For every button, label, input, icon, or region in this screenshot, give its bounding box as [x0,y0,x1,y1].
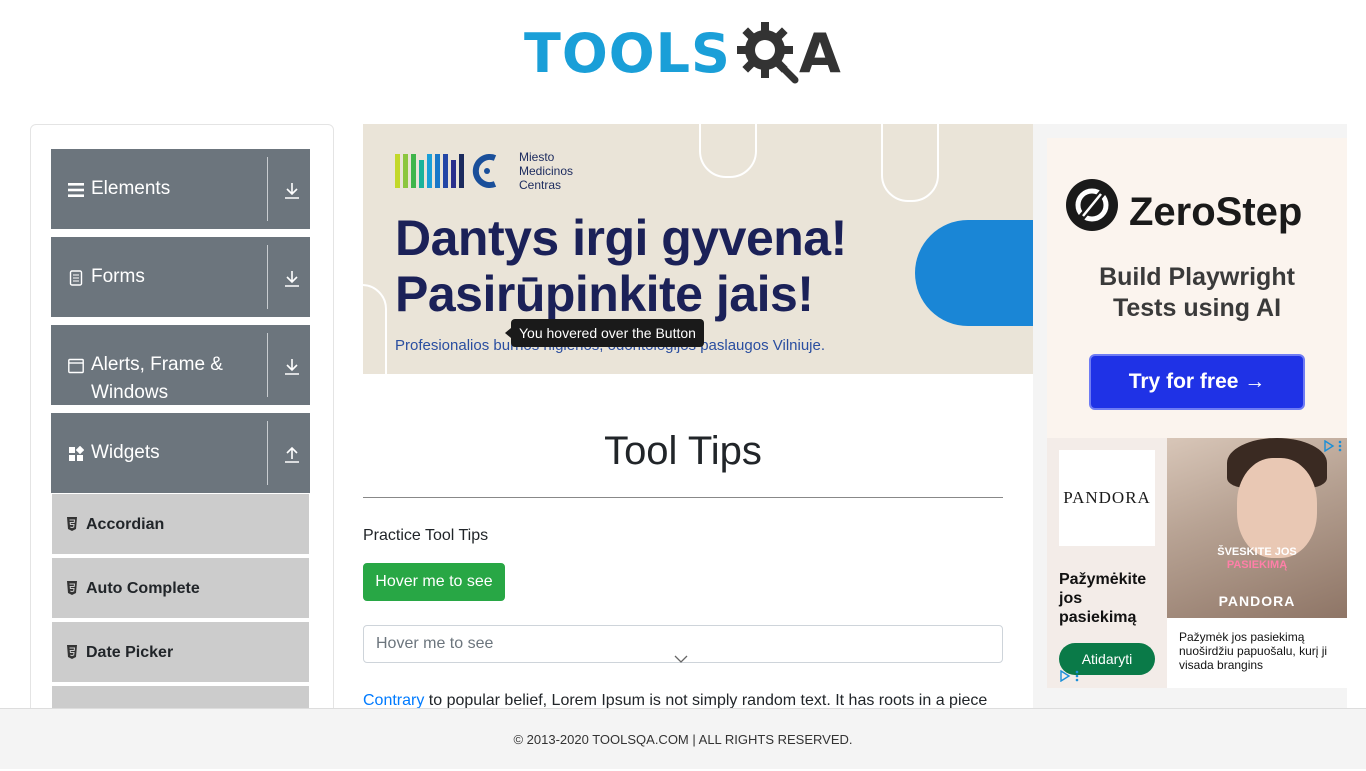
try-for-free-button[interactable]: Try for free → [1089,354,1305,410]
sidebar-group-label: Alerts, Frame & Windows [91,354,223,403]
pandora-headline: Pažymėkite jos pasiekimą [1059,571,1147,626]
sidebar-item-label: Auto Complete [86,580,200,597]
mmc-logo-icon [395,154,497,188]
sidebar-item-auto-complete[interactable]: Auto Complete [51,557,310,619]
zerostep-brand: ZeroStep [1129,190,1303,234]
logo-text-tools: TOOLS [524,21,731,85]
group-divider [267,157,268,221]
headline-line: Dantys irgi gyvena! [395,210,847,266]
sidebar-group-elements[interactable]: Elements [51,149,310,229]
model-face [1237,458,1317,558]
sidebar-group-label: Elements [91,178,171,199]
hamburger-icon [68,183,84,197]
zerostep-ad[interactable]: ZeroStep Build Playwright Tests using AI… [1047,138,1347,438]
zerostep-tagline: Build Playwright Tests using AI [1047,262,1347,324]
footer-copyright: © 2013-2020 TOOLSQA.COM | ALL RIGHTS RES… [513,732,853,747]
sidebar-group-widgets[interactable]: Widgets [51,413,310,493]
adchoices-icon[interactable] [1059,670,1071,682]
page-title: Tool Tips [604,429,762,473]
slogan-line: PASIEKIMĄ [1226,559,1288,571]
tagline-line: Tests using AI [1112,294,1282,322]
sidebar-item-label: Accordian [86,516,165,533]
pandora-ad-left: PANDORA Pažymėkite jos pasiekimą Atidary… [1047,438,1167,688]
group-divider [267,333,268,397]
paragraph-text: to popular belief, Lorem Ipsum is not si… [424,692,988,709]
logo-text-a: A [798,21,841,85]
upload-arrow-icon[interactable] [283,445,301,465]
pandora-ad[interactable]: PANDORA Pažymėkite jos pasiekimą Atidary… [1047,438,1347,688]
sidebar-item-date-picker[interactable]: Date Picker [51,621,310,683]
pandora-image-slogan: ŠVESKITE JOS PASIEKIMĄ [1167,546,1347,572]
sidebar-item-accordian[interactable]: Accordian [51,493,310,555]
left-sidebar: Elements Forms Alerts, Frame & Windows W… [30,124,334,726]
gear-magnifier-icon [736,22,799,84]
title-divider [363,497,1003,498]
sidebar-group-label: Widgets [91,442,160,463]
pandora-model-image: ŠVESKITE JOS PASIEKIMĄ PANDORA [1167,438,1347,618]
zerostep-logo-icon [1066,179,1118,231]
tagline-line: Build Playwright [1099,263,1295,291]
group-divider [267,421,268,485]
brand-line: Miesto [519,150,555,164]
widgets-icon [69,446,84,461]
download-arrow-icon[interactable] [283,181,301,201]
sidebar-group-label: Forms [91,266,145,287]
chevron-down-icon [674,655,688,663]
pandora-body-text: Pažymėk jos pasiekimą nuoširdžiu papuoša… [1179,630,1328,672]
banner-headline: Dantys irgi gyvena! Pasirūpinkite jais! [395,210,847,322]
slogan-line: ŠVESKITE JOS [1217,546,1297,558]
decorative-arch [363,284,387,374]
html5-icon [67,581,77,595]
footer: © 2013-2020 TOOLSQA.COM | ALL RIGHTS RES… [0,708,1366,769]
window-icon [68,358,84,374]
section-subtitle: Practice Tool Tips [363,527,489,544]
html5-icon [67,517,77,531]
brand-line: Medicinos [519,164,574,178]
adchoices-icon[interactable] [1323,440,1335,452]
headline-line: Pasirūpinkite jais! [395,266,814,322]
sidebar-item-label: Date Picker [86,644,174,661]
right-ad-column: ZeroStep Build Playwright Tests using AI… [1033,124,1347,708]
ad-menu-icon[interactable] [1337,440,1343,452]
decorative-arch [881,124,939,202]
decorative-arch [699,124,757,178]
sidebar-group-forms[interactable]: Forms [51,237,310,317]
hover-button[interactable]: Hover me to see [363,563,505,601]
pandora-image-logo: PANDORA [1218,593,1296,609]
brand-line: Centras [519,178,562,192]
document-icon [69,270,83,286]
group-divider [267,245,268,309]
toolsqa-logo[interactable]: TOOLS A [524,14,850,92]
contrary-link[interactable]: Contrary [363,692,424,709]
download-arrow-icon[interactable] [283,357,301,377]
download-arrow-icon[interactable] [283,269,301,289]
ad-menu-icon[interactable] [1074,670,1080,682]
html5-icon [67,645,77,659]
pandora-logo: PANDORA [1059,450,1155,546]
sidebar-group-alerts[interactable]: Alerts, Frame & Windows [51,325,310,405]
banner-brand: Miesto Medicinos Centras [519,150,599,192]
button-tooltip: You hovered over the Button [505,319,704,347]
decorative-blue-pill [915,220,1033,326]
